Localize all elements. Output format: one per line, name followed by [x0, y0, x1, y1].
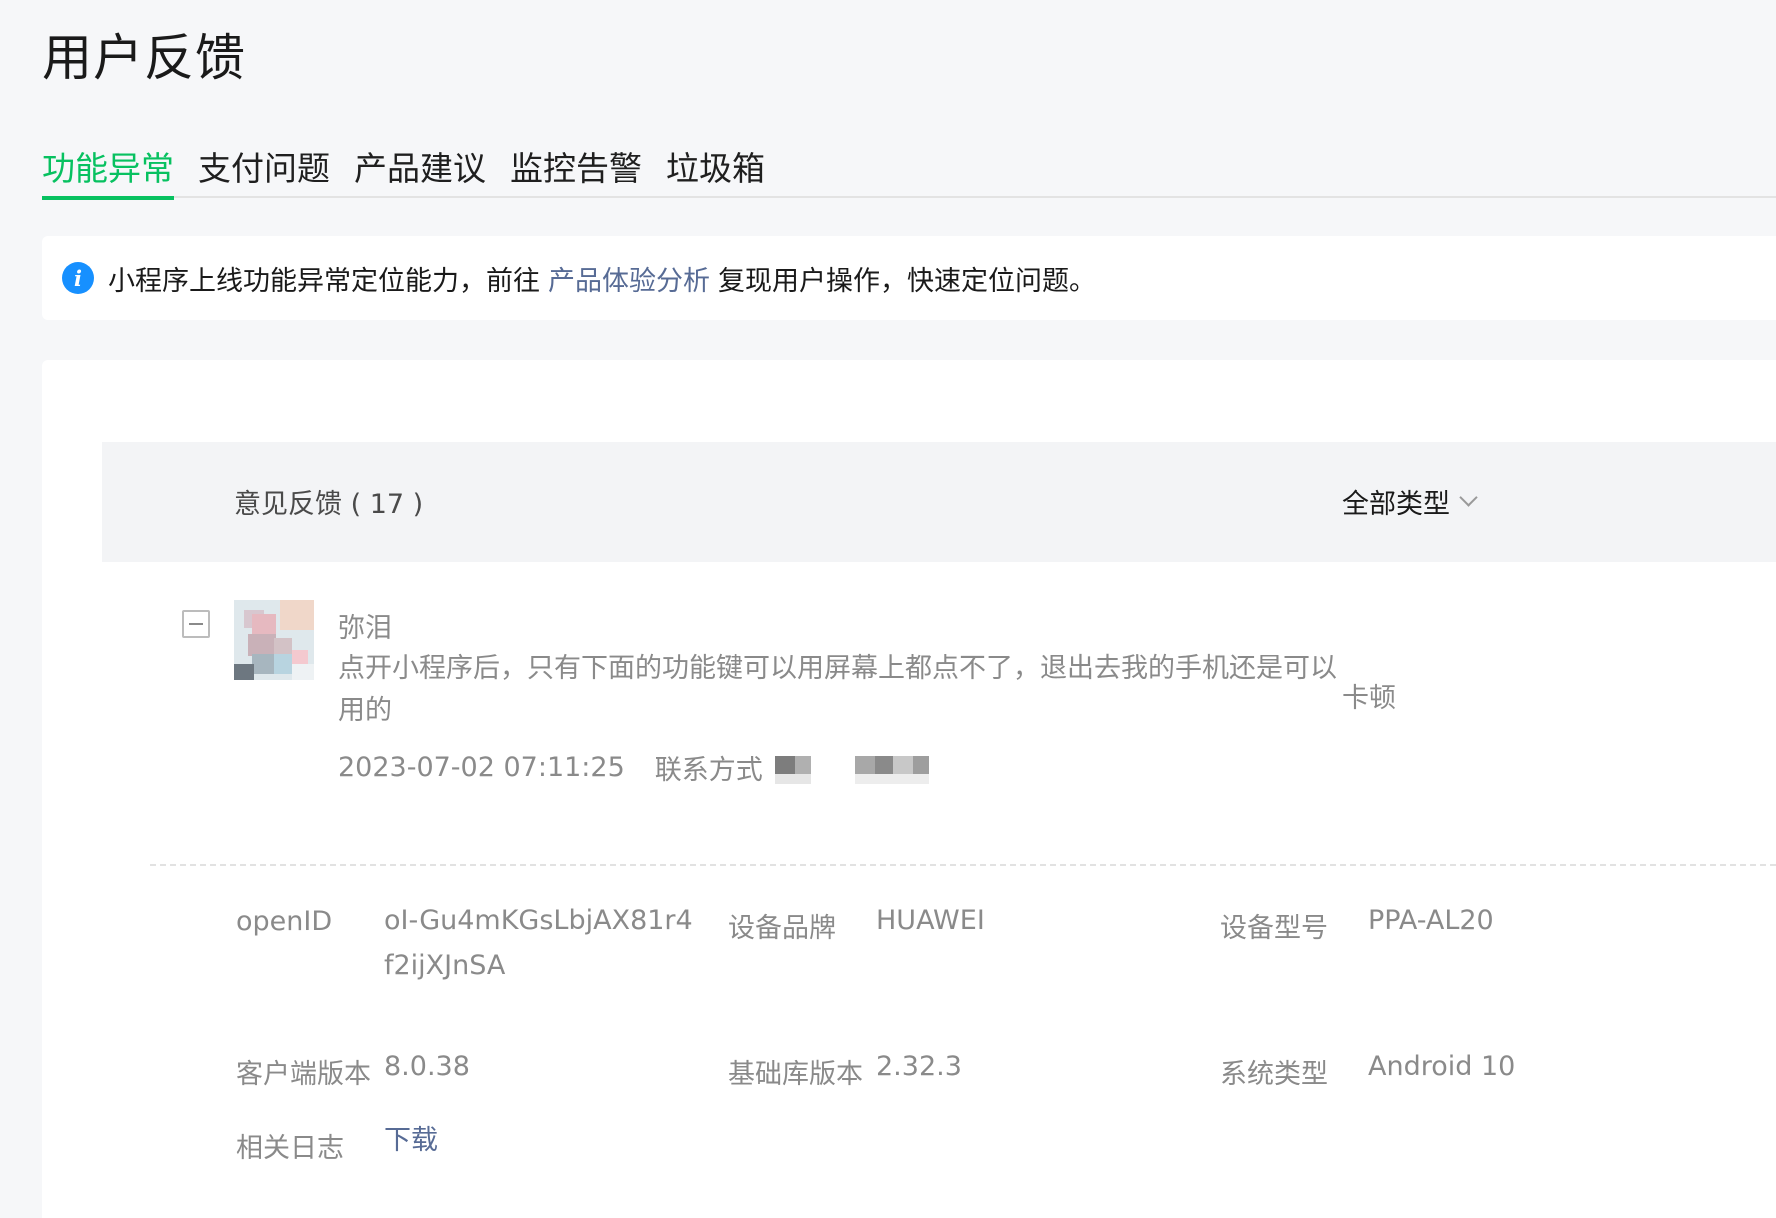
- notice-banner: i 小程序上线功能异常定位能力，前往 产品体验分析 复现用户操作，快速定位问题。: [42, 236, 1776, 320]
- collapse-icon[interactable]: [182, 610, 210, 638]
- type-filter-label: 全部类型: [1342, 489, 1450, 520]
- feedback-meta: 2023-07-02 07:11:25 联系方式: [338, 748, 955, 787]
- download-log-link[interactable]: 下载: [384, 1118, 438, 1163]
- tab-function-error[interactable]: 功能异常: [42, 142, 174, 200]
- client-version-label: 客户端版本: [236, 1059, 371, 1090]
- log-label: 相关日志: [236, 1133, 344, 1164]
- openid-label: openID: [236, 906, 333, 937]
- list-header: 意见反馈 ( 17 ) 全部类型: [102, 442, 1776, 562]
- feedback-count-title: 意见反馈 ( 17 ): [234, 489, 424, 520]
- device-brand-value: HUAWEI: [876, 905, 985, 936]
- lib-version-label: 基础库版本: [728, 1059, 863, 1090]
- feedback-category: 卡顿: [1342, 683, 1396, 714]
- device-brand-label: 设备品牌: [728, 913, 836, 944]
- product-analysis-link[interactable]: 产品体验分析: [548, 266, 710, 297]
- page-title: 用户反馈: [42, 29, 246, 87]
- feedback-content: 点开小程序后，只有下面的功能键可以用屏幕上都点不了，退出去我的手机还是可以用的: [338, 653, 1337, 726]
- notice-text-before: 小程序上线功能异常定位能力，前往: [108, 265, 540, 297]
- lib-version-value: 2.32.3: [876, 1051, 962, 1082]
- tab-trash[interactable]: 垃圾箱: [666, 142, 765, 196]
- tab-payment[interactable]: 支付问题: [198, 142, 330, 196]
- info-icon: i: [62, 262, 94, 294]
- client-version-value: 8.0.38: [384, 1051, 470, 1082]
- contact-value-redacted: [774, 752, 955, 784]
- avatar: [234, 600, 314, 680]
- type-filter-dropdown[interactable]: 全部类型: [1342, 482, 1478, 521]
- user-name: 弥泪: [338, 613, 392, 644]
- os-type-label: 系统类型: [1220, 1059, 1328, 1090]
- os-type-value: Android 10: [1368, 1051, 1516, 1082]
- feedback-time: 2023-07-02 07:11:25: [338, 752, 625, 783]
- tab-product-suggestion[interactable]: 产品建议: [354, 142, 486, 196]
- chevron-down-icon: [1459, 488, 1478, 507]
- feedback-item: 弥泪 点开小程序后，只有下面的功能键可以用屏幕上都点不了，退出去我的手机还是可以…: [102, 562, 1776, 1218]
- tab-bar: 功能异常 支付问题 产品建议 监控告警 垃圾箱: [42, 132, 1776, 200]
- device-model-label: 设备型号: [1220, 913, 1328, 944]
- divider: [150, 864, 1776, 866]
- contact-label: 联系方式: [654, 755, 763, 786]
- device-model-value: PPA-AL20: [1368, 905, 1494, 936]
- notice-text-after: 复现用户操作，快速定位问题。: [718, 265, 1096, 297]
- tab-monitor-alert[interactable]: 监控告警: [510, 142, 642, 196]
- notice-text: 小程序上线功能异常定位能力，前往 产品体验分析 复现用户操作，快速定位问题。: [108, 259, 1096, 298]
- openid-value: oI-Gu4mKGsLbjAX81r4f2ijXJnSA: [384, 905, 693, 981]
